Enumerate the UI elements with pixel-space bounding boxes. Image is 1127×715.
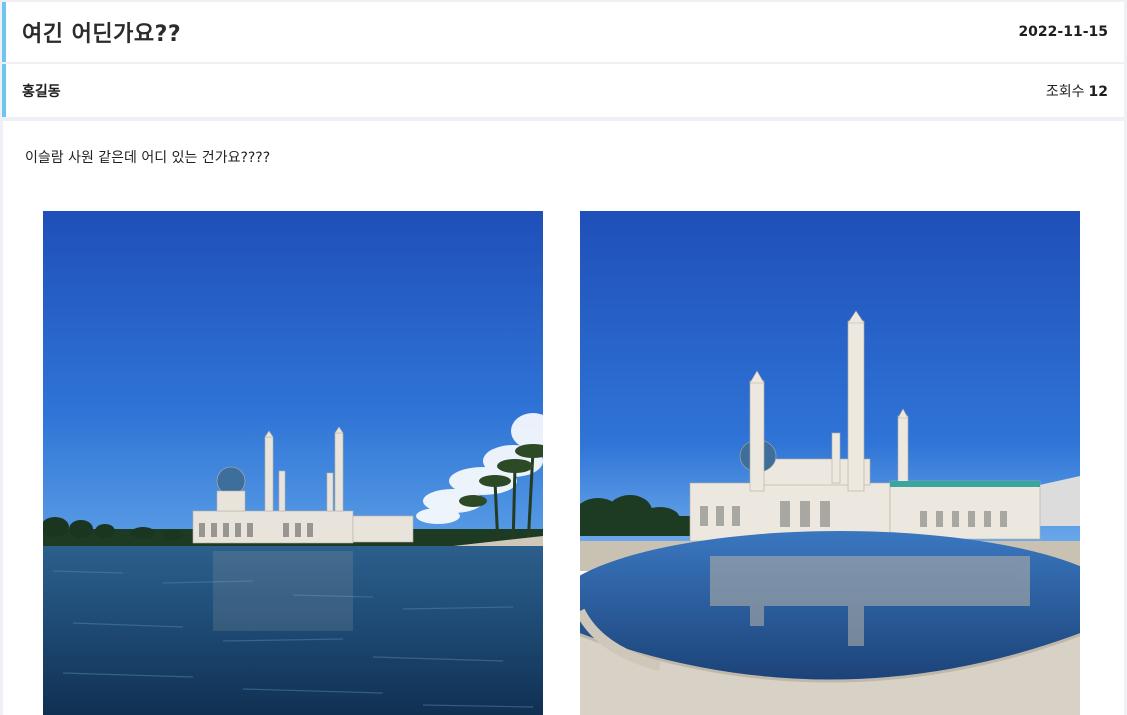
view-count: 조회수 12 bbox=[1046, 81, 1108, 101]
post-title: 여긴 어딘가요?? bbox=[22, 22, 182, 47]
view-count-label: 조회수 bbox=[1045, 83, 1085, 100]
post-body: 이슬람 사원 같은데 어디 있는 건가요???? bbox=[25, 150, 271, 166]
post-meta: 홍길동 조회수 12 bbox=[2, 64, 1124, 117]
view-count-value: 12 bbox=[1088, 83, 1108, 100]
post-view: 여긴 어딘가요?? 2022-11-15 홍길동 조회수 12 이슬람 사원 같은… bbox=[0, 0, 1127, 715]
post-date: 2022-11-15 bbox=[1018, 24, 1108, 40]
post-content: 이슬람 사원 같은데 어디 있는 건가요???? bbox=[3, 121, 1124, 715]
mosque-photo-reflection-pool[interactable] bbox=[580, 211, 1080, 715]
mosque-photo-waterfront[interactable] bbox=[43, 211, 543, 715]
post-author[interactable]: 홍길동 bbox=[22, 81, 61, 101]
post-header: 여긴 어딘가요?? 2022-11-15 bbox=[2, 2, 1124, 62]
